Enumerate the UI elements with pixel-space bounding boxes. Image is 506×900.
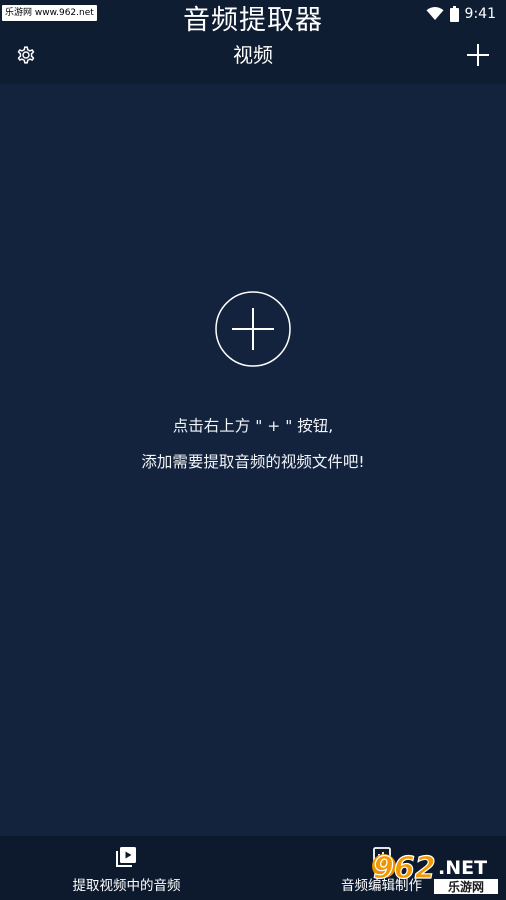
empty-hint-line-1: 点击右上方 " + " 按钮, <box>172 417 334 435</box>
status-bar: 9:41 <box>426 4 496 24</box>
svg-text:乐游网: 乐游网 <box>448 879 484 894</box>
status-time: 9:41 <box>464 6 496 22</box>
circle-plus-icon[interactable] <box>215 291 291 367</box>
svg-text:.NET: .NET <box>438 857 487 879</box>
tab-extract-audio[interactable]: 提取视频中的音频 <box>0 836 253 900</box>
page-title: 视频 <box>233 43 273 67</box>
wifi-icon <box>426 7 444 20</box>
video-library-icon <box>116 847 136 867</box>
video-list-empty-state: 点击右上方 " + " 按钮, 添加需要提取音频的视频文件吧! <box>0 84 506 836</box>
tab-extract-audio-label: 提取视频中的音频 <box>72 878 181 894</box>
svg-text:962: 962 <box>373 851 436 886</box>
battery-icon <box>449 6 459 22</box>
empty-hint-line-2: 添加需要提取音频的视频文件吧! <box>141 453 365 471</box>
top-bar: 乐游网 www.962.net 音频提取器 9:41 视频 <box>0 0 506 84</box>
962-logo-watermark: 962 .NET 乐游网 <box>372 850 498 894</box>
plus-icon[interactable] <box>466 43 490 67</box>
